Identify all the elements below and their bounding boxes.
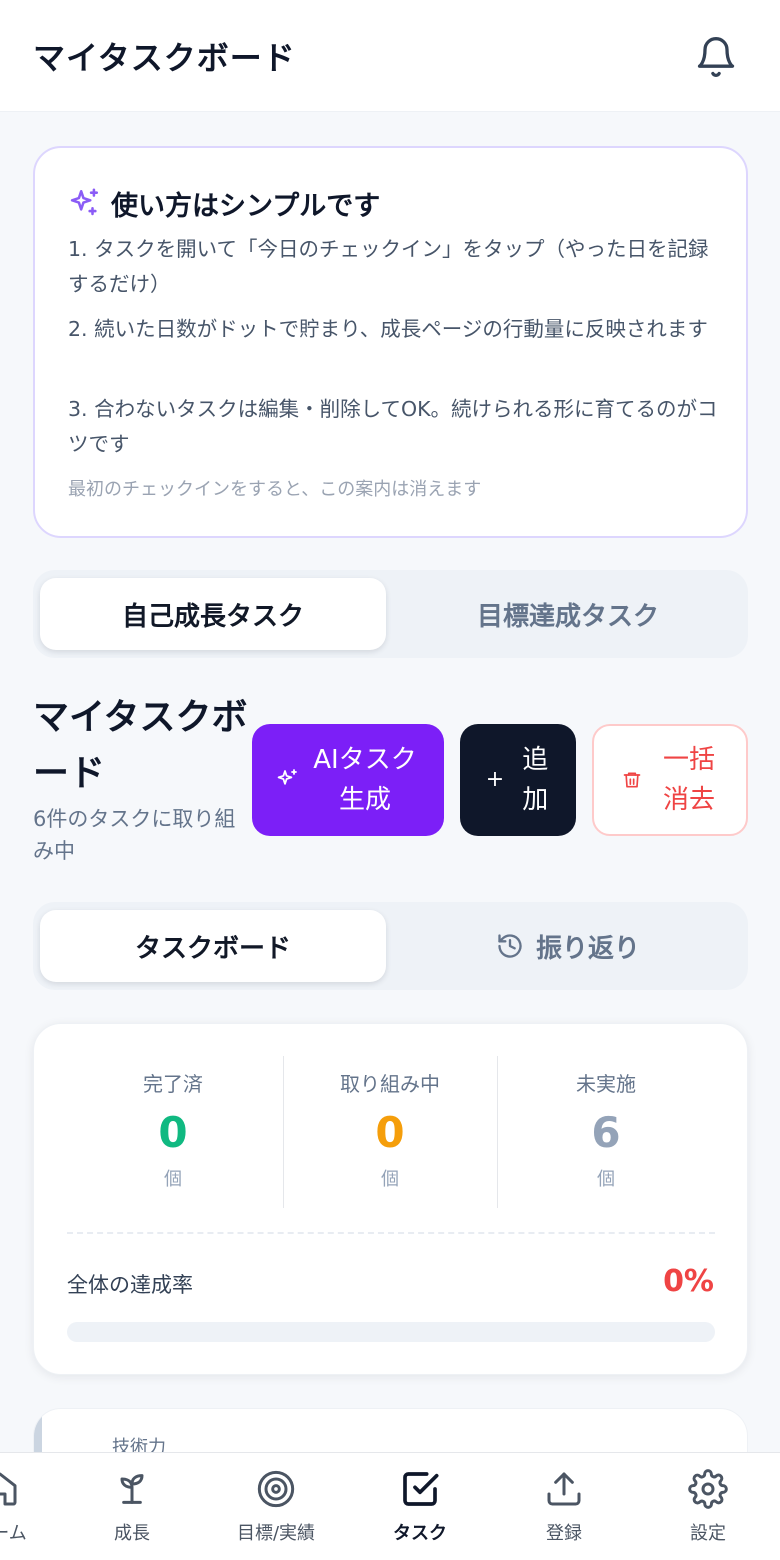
add-task-button[interactable]: + 追加 [460,724,576,836]
completion-progress-bar [67,1322,715,1342]
divider [67,1232,715,1234]
guide-step-1: 1. タスクを開いて「今日のチェックイン」をタップ（やった日を記録するだけ） [68,237,709,296]
nav-item-goals[interactable]: 目標/実績 [206,1469,346,1545]
board-title: マイタスクボード [33,697,248,794]
ai-generate-label: AIタスク生成 [313,745,417,815]
guide-step-3: 3. 合わないタスクは編集・削除してOK。続けられる形に育てるのがコツです [68,397,718,456]
stat-divider [497,1056,498,1208]
tab-goal-achievement[interactable]: 目標達成タスク [395,578,741,650]
app-root: マイタスクボード 使い方はシンプルです 1. タスクを開いて「今日のチェックイン… [0,0,780,1560]
page-title: マイタスクボード [33,39,296,77]
nav-item-register[interactable]: 登録 [494,1469,634,1545]
target-icon [257,1470,295,1508]
stat-unit: 個 [381,1169,399,1190]
stat-unit: 個 [164,1169,182,1190]
stat-value: 0 [158,1108,188,1157]
clear-all-button[interactable]: 一括消去 [592,724,748,836]
nav-label: タスク [393,1523,447,1544]
guide-title: 使い方はシンプルです [111,191,381,222]
stat-value: 0 [375,1108,405,1157]
stat-not-started: 未実施 6 個 [500,1056,712,1208]
nav-label: 設定 [690,1523,726,1544]
history-icon [498,934,522,958]
bell-icon[interactable] [694,34,738,80]
tab-task-board[interactable]: タスクボード [40,910,386,982]
nav-item-tasks[interactable]: タスク [350,1469,490,1545]
usage-guide-card: 使い方はシンプルです 1. タスクを開いて「今日のチェックイン」をタップ（やった… [33,146,748,538]
nav-label: 成長 [114,1523,150,1544]
nav-label: 登録 [546,1523,582,1544]
view-tabs: タスクボード 振り返り [33,902,748,990]
guide-note: 最初のチェックインをすると、この案内は消えます [68,479,482,500]
sprout-icon [120,1474,144,1504]
board-subtitle: 6件のタスクに取り組み中 [33,807,236,863]
stats-card: 完了済 0 個 取り組み中 0 個 未実施 6 個 全体の達成率 0% [33,1023,748,1375]
stat-value: 6 [591,1108,621,1157]
completion-rate-label: 全体の達成率 [67,1273,193,1297]
sparkles-icon [277,769,297,785]
task-category-tabs: 自己成長タスク 目標達成タスク [33,570,748,658]
upload-icon [547,1472,581,1506]
guide-heading: 使い方はシンプルです [67,184,380,223]
sparkles-icon [70,188,99,215]
trash-icon [623,772,641,788]
check-square-icon [403,1472,439,1506]
stat-label: 完了済 [143,1072,203,1096]
plus-icon: + [485,767,505,792]
completion-rate-value: 0% [663,1264,714,1299]
tab-self-growth[interactable]: 自己成長タスク [40,578,386,650]
nav-label: ホーム [0,1523,27,1544]
ai-generate-button[interactable]: AIタスク生成 [252,724,444,836]
stat-label: 未実施 [576,1072,636,1096]
stat-unit: 個 [597,1169,615,1190]
bottom-nav: ホーム 成長 目標/実績 タスク 登録 [0,1452,780,1560]
stat-label: 取り組み中 [340,1072,440,1096]
nav-item-settings[interactable]: 設定 [638,1469,778,1545]
nav-item-growth[interactable]: 成長 [62,1469,202,1545]
stat-completed: 完了済 0 個 [67,1056,279,1208]
stat-in-progress: 取り組み中 0 個 [284,1056,496,1208]
tab-review-label: 振り返り [535,933,640,964]
gear-icon [688,1469,728,1509]
tab-review[interactable]: 振り返り [395,910,741,982]
home-icon [0,1472,17,1506]
nav-item-home[interactable]: ホーム [0,1469,70,1545]
app-header: マイタスクボード [0,0,780,112]
guide-step-2: 2. 続いた日数がドットで貯まり、成長ページの行動量に反映されます [68,317,708,341]
add-task-label: 追加 [522,745,549,815]
nav-label: 目標/実績 [236,1523,316,1544]
clear-all-label: 一括消去 [662,745,715,815]
